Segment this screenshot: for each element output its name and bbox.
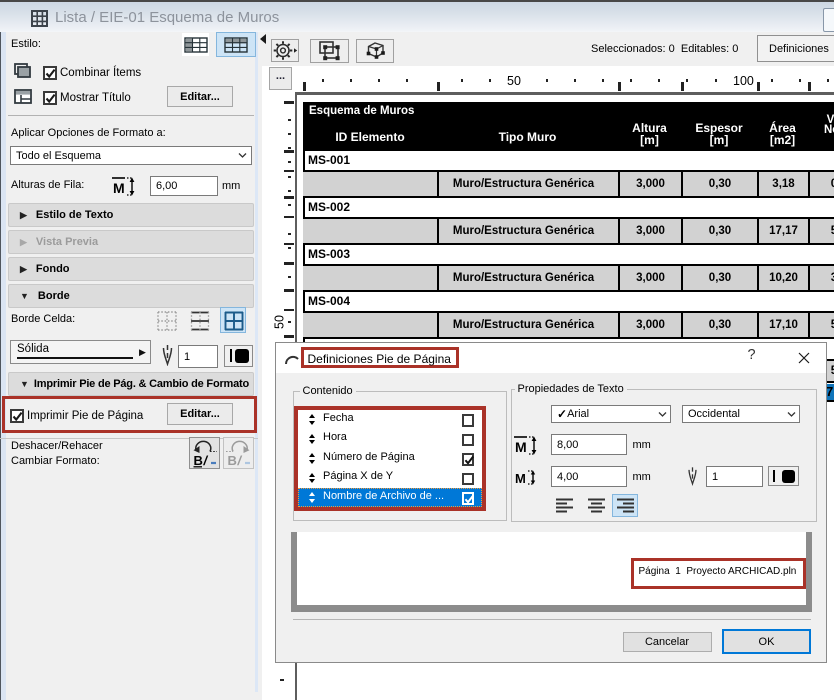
svg-text:M: M <box>515 471 526 486</box>
svg-text:/: / <box>203 453 209 468</box>
svg-text:M: M <box>113 180 125 196</box>
svg-text:B: B <box>194 453 203 468</box>
svg-text:M: M <box>515 439 527 455</box>
svg-text:B: B <box>228 453 237 468</box>
svg-text:50: 50 <box>273 315 287 329</box>
svg-text:/: / <box>237 453 243 468</box>
